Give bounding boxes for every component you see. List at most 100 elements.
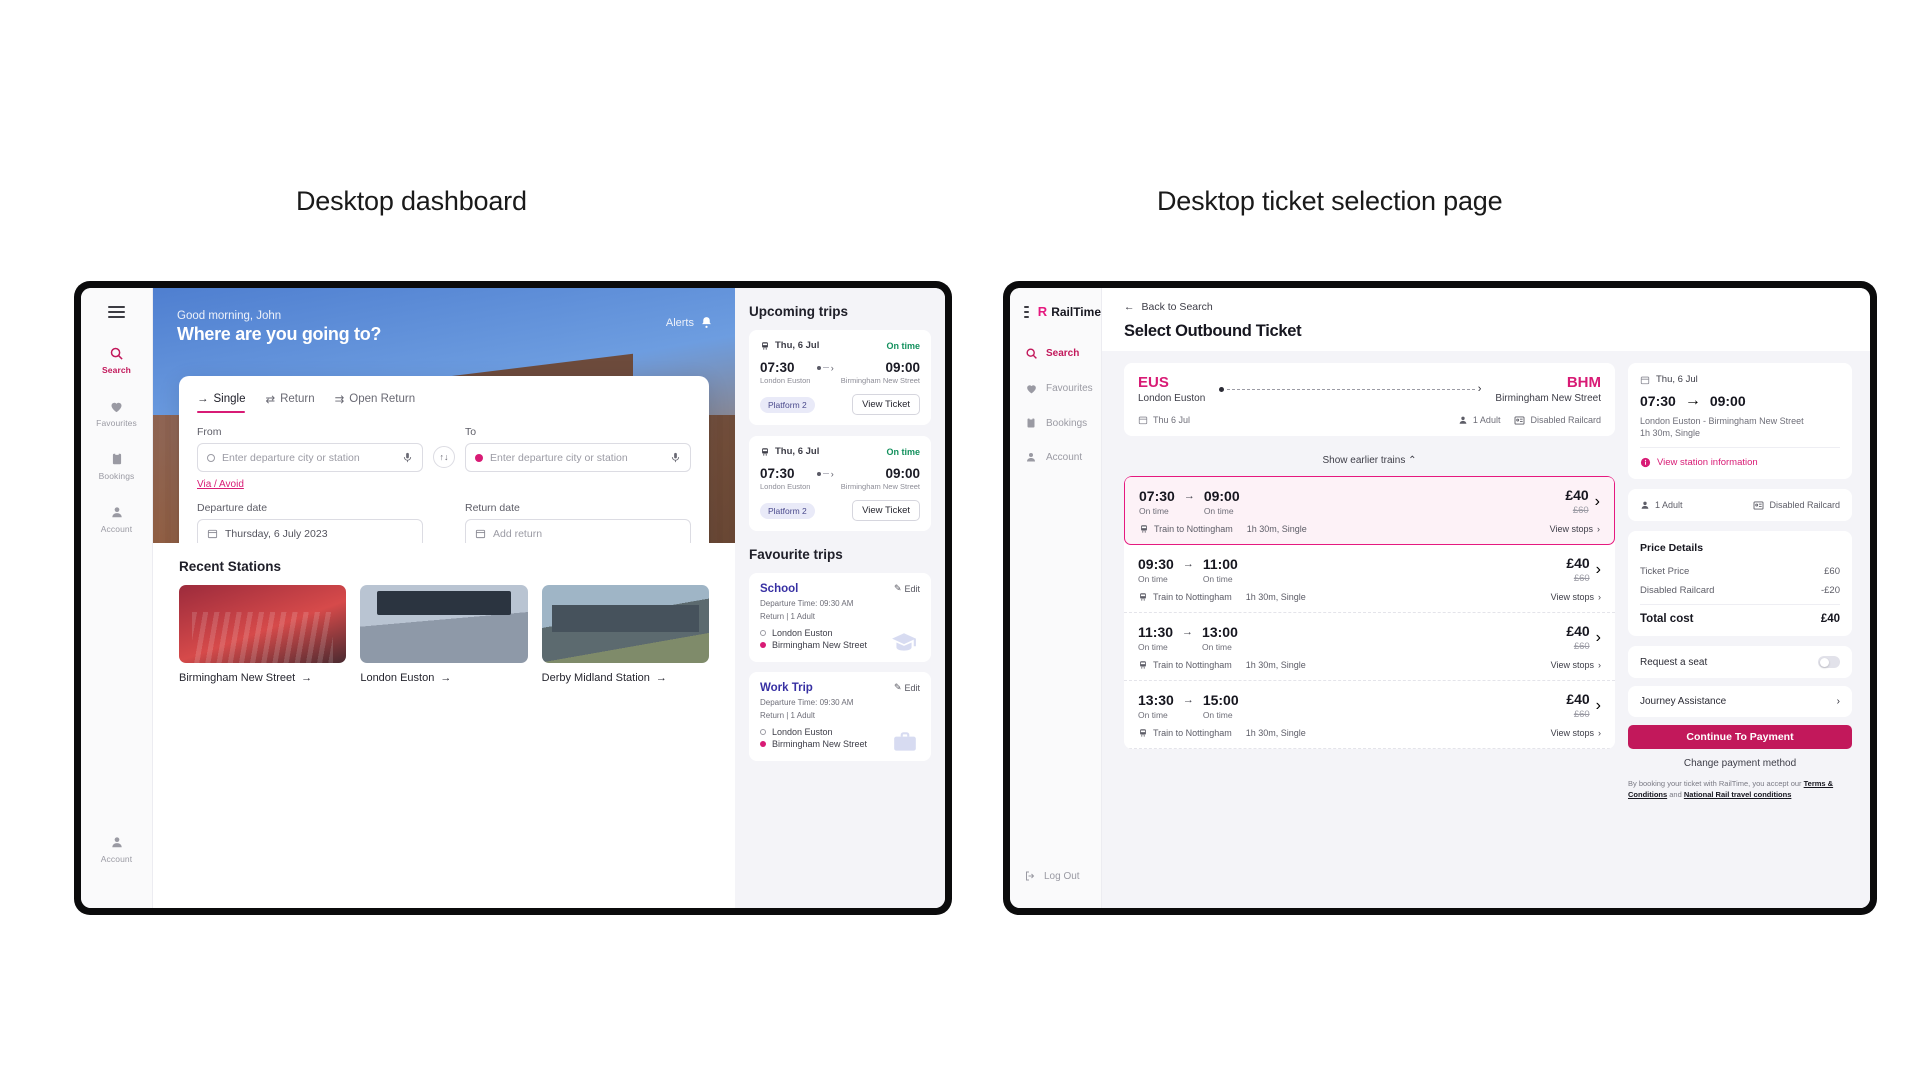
edit-favourite-button[interactable]: ✎ Edit <box>894 682 920 693</box>
sidebar-item-account-bottom[interactable]: Account <box>81 833 152 864</box>
arrive-time: 09:00 <box>885 466 920 481</box>
depart-status: On time <box>1138 573 1168 584</box>
caption-dashboard: Desktop dashboard <box>296 186 527 216</box>
summary-depart-time: 07:30 <box>1640 393 1676 409</box>
booking-summary-column: Thu, 6 Jul 07:30 → 09:00 London Euston -… <box>1628 363 1852 908</box>
upcoming-trips-title: Upcoming trips <box>749 304 849 319</box>
sidebar-item-account[interactable]: Account <box>81 503 152 534</box>
journey-assistance-row[interactable]: Journey Assistance › <box>1628 686 1852 717</box>
ticket-row[interactable]: 07:30 On time → 09:00 On time £40 £60 › … <box>1124 476 1615 545</box>
favourite-name: School <box>760 583 799 595</box>
view-ticket-button[interactable]: View Ticket <box>852 500 920 521</box>
favourite-trip-card[interactable]: School ✎ Edit Departure Time: 09:30 AM R… <box>749 573 931 662</box>
view-stops-link[interactable]: View stops › <box>1550 524 1600 534</box>
logout-icon <box>1024 870 1036 882</box>
ticket-price-original: £60 <box>1573 641 1590 652</box>
terms-text: By booking your ticket with RailTime, yo… <box>1628 778 1852 801</box>
favourite-trip-card[interactable]: Work Trip ✎ Edit Departure Time: 09:30 A… <box>749 672 931 761</box>
sidebar-item-favourites[interactable]: Favourites <box>81 397 152 428</box>
view-stops-link[interactable]: View stops › <box>1551 592 1601 602</box>
show-earlier-trains-button[interactable]: Show earlier trains ⌃ <box>1124 447 1615 476</box>
origin-code: EUS <box>1138 374 1169 391</box>
from-field-group: From Enter departure city or station <box>197 426 423 472</box>
recent-station-item[interactable]: Birmingham New Street → <box>179 585 347 684</box>
view-station-information-link[interactable]: View station information <box>1640 447 1840 468</box>
from-label: From <box>197 426 222 438</box>
tab-return[interactable]: ⇄ Return <box>265 392 314 413</box>
upcoming-trip-card[interactable]: Thu, 6 Jul On time 07:30 London Euston › <box>749 436 931 531</box>
to-input[interactable]: Enter departure city or station <box>465 443 691 472</box>
back-label: Back to Search <box>1141 301 1213 313</box>
sidebar-item-label: Search <box>102 365 131 375</box>
departure-date-input[interactable]: Thursday, 6 July 2023 <box>197 519 423 543</box>
favourite-trips-title: Favourite trips <box>749 547 843 562</box>
arrive-time: 13:00 <box>1202 623 1238 640</box>
sidebar-item-label: Account <box>1046 451 1083 463</box>
operator: Train to Nottingham <box>1153 592 1232 602</box>
tab-single[interactable]: → Single <box>197 392 246 413</box>
arrive-time: 09:00 <box>1203 487 1240 504</box>
sidebar-item-search[interactable]: Search <box>1024 347 1101 360</box>
ticket-price: £40 <box>1565 487 1589 503</box>
sidebar-item-search[interactable]: Search <box>81 344 152 375</box>
arrive-status: On time <box>1202 573 1233 584</box>
favourite-to: Birmingham New Street <box>772 739 868 749</box>
view-ticket-button[interactable]: View Ticket <box>852 394 920 415</box>
recent-station-item[interactable]: Derby Midland Station → <box>541 585 709 684</box>
station-info-label: View station information <box>1657 457 1758 468</box>
return-date-input[interactable]: Add return <box>465 519 691 543</box>
recent-station-item[interactable]: London Euston → <box>360 585 528 684</box>
national-rail-conditions-link[interactable]: National Rail travel conditions <box>1684 790 1792 799</box>
station-name-row[interactable]: London Euston → <box>360 672 527 684</box>
logout-button[interactable]: Log Out <box>1024 870 1080 882</box>
sidebar-item-label: Search <box>1046 348 1080 359</box>
departure-date-group: Departure date Thursday, 6 July 2023 <box>197 502 423 543</box>
ticket-row[interactable]: 09:30 On time → 11:00 On time £40 £60 › … <box>1124 545 1615 613</box>
view-stops-link[interactable]: View stops › <box>1551 660 1601 670</box>
ticket-row[interactable]: 13:30 On time → 15:00 On time £40 £60 › … <box>1124 681 1615 749</box>
sidebar-item-favourites[interactable]: Favourites <box>1024 382 1101 395</box>
ticket-row[interactable]: 11:30 On time → 13:00 On time £40 £60 › … <box>1124 613 1615 681</box>
station-thumbnail <box>179 585 347 663</box>
station-name: Birmingham New Street <box>179 672 296 684</box>
arrive-status: On time <box>1202 709 1233 720</box>
continue-to-payment-button[interactable]: Continue To Payment <box>1628 725 1852 749</box>
alerts-button[interactable]: Alerts <box>666 316 713 329</box>
journey-summary-card: EUS London Euston › BHM Birmingham New S… <box>1124 363 1615 436</box>
microphone-icon[interactable] <box>402 452 413 463</box>
tab-open-return[interactable]: ⇉ Open Return <box>335 392 416 413</box>
via-avoid-link[interactable]: Via / Avoid <box>197 479 244 490</box>
hamburger-icon[interactable] <box>108 306 125 318</box>
swap-stations-button[interactable]: ↑↓ <box>433 446 455 468</box>
microphone-icon[interactable] <box>670 452 681 463</box>
from-input[interactable]: Enter departure city or station <box>197 443 423 472</box>
request-a-seat-toggle[interactable] <box>1818 656 1840 668</box>
sidebar-item-bookings[interactable]: Bookings <box>1024 417 1101 429</box>
view-stops-label: View stops <box>1550 660 1594 670</box>
railtime-logo-icon: R <box>1037 304 1048 319</box>
hamburger-icon[interactable] <box>1024 305 1029 318</box>
station-thumbnail <box>541 585 709 663</box>
sidebar-item-account[interactable]: Account <box>1024 451 1101 463</box>
search-form-card: → Single ⇄ Return ⇉ Open Return From Ent… <box>179 376 709 543</box>
sidebar-item-bookings[interactable]: Bookings <box>81 450 152 481</box>
back-to-search-link[interactable]: ← Back to Search <box>1124 301 1848 313</box>
price-row: Ticket Price £60 <box>1640 562 1840 581</box>
platform-badge: Platform 2 <box>760 502 815 519</box>
station-name-row[interactable]: Birmingham New Street → <box>179 672 346 684</box>
search-icon <box>108 344 126 362</box>
upcoming-trip-card[interactable]: Thu, 6 Jul On time 07:30 London Euston › <box>749 330 931 425</box>
change-payment-method-link[interactable]: Change payment method <box>1628 758 1852 769</box>
dashboard-device-frame: Search Favourites Bookings Account Accou… <box>74 281 952 915</box>
price-row-label: Ticket Price <box>1640 566 1690 577</box>
duration: 1h 30m, Single <box>1246 524 1307 534</box>
origin-station: London Euston <box>1138 393 1206 404</box>
pencil-icon: ✎ <box>893 583 902 593</box>
view-stops-link[interactable]: View stops › <box>1551 728 1601 738</box>
swap-icon: ⇄ <box>265 394 276 406</box>
request-a-seat-row[interactable]: Request a seat <box>1628 646 1852 678</box>
edit-favourite-button[interactable]: ✎ Edit <box>894 583 920 594</box>
station-name-row[interactable]: Derby Midland Station → <box>542 672 709 684</box>
clipboard-icon <box>108 450 126 468</box>
page-title: Select Outbound Ticket <box>1124 322 1302 340</box>
